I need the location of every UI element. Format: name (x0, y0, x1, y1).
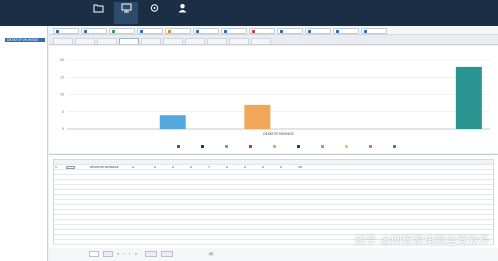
legend-item-6[interactable] (297, 144, 311, 148)
export-button[interactable] (145, 251, 157, 257)
user-icon (178, 4, 186, 13)
blue-square-icon (363, 29, 367, 33)
tab-8[interactable] (207, 38, 227, 44)
nav-button-4-label (170, 14, 194, 18)
legend-swatch (369, 144, 372, 148)
blue-square-icon (139, 29, 143, 33)
toolbar-button-1[interactable] (53, 27, 79, 34)
prev-page-icon[interactable]: ‹ (123, 251, 124, 257)
legend-swatch (249, 144, 252, 148)
tab-6[interactable] (163, 38, 183, 44)
tab-3[interactable] (97, 38, 117, 44)
settings-icon (150, 4, 158, 12)
toolbar-button-2[interactable] (81, 27, 107, 34)
refresh-button[interactable] (161, 251, 173, 257)
tab-1[interactable] (53, 38, 73, 44)
nav-button-3-label (142, 14, 166, 18)
blue-square-icon (195, 29, 199, 33)
nav-button-2-label (114, 14, 138, 18)
tab-9[interactable] (229, 38, 249, 44)
legend-swatch (273, 144, 276, 148)
toolbar-button-11[interactable] (333, 27, 359, 34)
bar-chart: 0 5 10 15 20 DESKTOP-MOM4GE (60, 58, 490, 136)
legend-item-5[interactable] (273, 144, 287, 148)
legend-item-4[interactable] (249, 144, 263, 148)
blue-square-icon (223, 29, 227, 33)
folder-icon (93, 4, 103, 13)
toolbar-button-10[interactable] (305, 27, 331, 34)
tree-root-item[interactable] (3, 33, 47, 37)
legend-swatch (297, 144, 300, 148)
toolbar-button-3[interactable] (109, 27, 135, 34)
tab-7[interactable] (185, 38, 205, 44)
goto-button[interactable] (103, 251, 113, 257)
nav-button-1-label (86, 14, 110, 18)
row-view-button[interactable] (66, 165, 75, 170)
y-tick-label: 5 (62, 110, 64, 114)
toolbar-button-4[interactable] (137, 27, 163, 34)
x-axis-label: DESKTOP-MOM4GE (263, 132, 293, 136)
legend-item-10[interactable] (393, 144, 407, 148)
nav-button-4[interactable] (170, 2, 194, 24)
toolbar-button-12[interactable] (361, 27, 387, 34)
legend-swatch (393, 144, 396, 148)
blue-square-icon (335, 29, 339, 33)
monitor-icon (121, 3, 131, 13)
legend-item-2[interactable] (201, 144, 215, 148)
record-count: (0) (209, 252, 214, 256)
tree-node-computer[interactable]: DESKTOP-MOM4GE (5, 38, 45, 42)
blue-square-icon (307, 29, 311, 33)
legend-item-3[interactable] (225, 144, 239, 148)
blue-square-icon (83, 29, 87, 33)
first-page-icon[interactable]: « (117, 251, 119, 257)
blue-square-icon (279, 29, 283, 33)
toolbar-button-6[interactable] (193, 27, 219, 34)
y-tick-label: 15 (60, 75, 64, 79)
record-tabs (49, 35, 498, 45)
toolbar-button-5[interactable] (165, 27, 191, 34)
legend-swatch (345, 144, 348, 148)
page-input[interactable] (89, 251, 99, 257)
legend-swatch (321, 144, 324, 148)
red-square-icon (251, 29, 255, 33)
blue-square-icon (55, 29, 59, 33)
watermark: 知乎 @网管家电脑监管软件 (354, 234, 491, 247)
bar-3 (159, 115, 186, 129)
tab-4[interactable] (119, 38, 139, 44)
top-bar (0, 0, 498, 26)
green-square-icon (111, 29, 115, 33)
legend-swatch (225, 144, 228, 148)
nav-button-3[interactable] (142, 2, 166, 24)
nav-button-1[interactable] (86, 2, 110, 24)
legend-swatch (201, 144, 204, 148)
legend-item-7[interactable] (321, 144, 335, 148)
y-tick-label: 0 (62, 127, 64, 131)
y-tick-label: 20 (60, 58, 64, 62)
nav-button-2[interactable] (114, 2, 138, 24)
function-toolbar (49, 26, 498, 35)
tab-2[interactable] (75, 38, 95, 44)
toolbar-button-8[interactable] (249, 27, 275, 34)
legend-swatch (177, 144, 180, 148)
legend-item-1[interactable] (177, 144, 191, 148)
toolbar-button-9[interactable] (277, 27, 303, 34)
last-page-icon[interactable]: » (135, 251, 137, 257)
orange-square-icon (167, 29, 171, 33)
tab-5[interactable] (141, 38, 161, 44)
next-page-icon[interactable]: › (129, 251, 130, 257)
bar-5 (244, 104, 271, 129)
bar-10 (455, 66, 482, 129)
tab-10[interactable] (251, 38, 271, 44)
legend-item-9[interactable] (369, 144, 383, 148)
pager: « ‹ › » (0) (49, 248, 498, 261)
toolbar-button-7[interactable] (221, 27, 247, 34)
legend-item-8[interactable] (345, 144, 359, 148)
computer-tree-panel: DESKTOP-MOM4GE (0, 26, 48, 261)
y-tick-label: 10 (60, 93, 64, 97)
chart-panel: 0 5 10 15 20 DESKTOP-MOM4GE (49, 46, 498, 153)
